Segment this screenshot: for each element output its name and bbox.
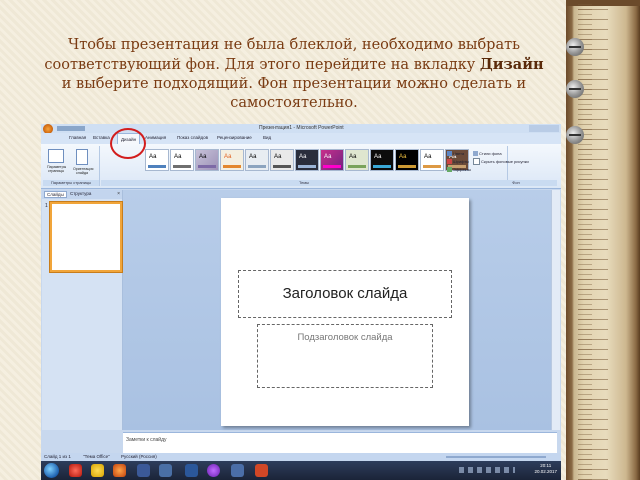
- theme-thumb[interactable]: Аа: [370, 149, 394, 171]
- theme-thumb[interactable]: Аа: [270, 149, 294, 171]
- theme-thumb[interactable]: Аа: [195, 149, 219, 171]
- instruction-part2: и выберите подходящий. Фон презентации м…: [61, 76, 527, 111]
- group-label: Фон: [475, 180, 557, 186]
- title-placeholder-text: Заголовок слайда: [282, 285, 408, 302]
- tab-slideshow[interactable]: Показ слайдов: [177, 135, 208, 140]
- start-button-icon[interactable]: [44, 463, 59, 478]
- theme-thumb[interactable]: Аа: [220, 149, 244, 171]
- theme-thumb[interactable]: Аа: [145, 149, 169, 171]
- effects-button[interactable]: Эффекты: [447, 166, 477, 174]
- viber-icon[interactable]: [207, 464, 220, 477]
- status-bar: Слайд 1 из 1 "Тема Office" Русский (Росс…: [41, 453, 561, 461]
- nail-icon: [566, 80, 584, 98]
- language-indicator[interactable]: Русский (Россия): [121, 454, 157, 459]
- theme-thumb[interactable]: Аа: [320, 149, 344, 171]
- slides-pane: Слайды Структура × 1: [42, 190, 123, 430]
- theme-thumb[interactable]: Аа: [395, 149, 419, 171]
- slide-thumbnail[interactable]: [50, 202, 122, 272]
- opera-icon[interactable]: [69, 464, 82, 477]
- themes-gallery: Аа Аа Аа Аа Аа Аа Аа Аа Аа Аа Аа Аа Аа: [145, 149, 481, 171]
- background-options: Стили фона Скрыть фоновые рисунки: [473, 150, 543, 166]
- window-controls[interactable]: [529, 125, 559, 132]
- tab-animation[interactable]: Анимация: [145, 135, 166, 140]
- page-setup-button[interactable]: Параметры страницы: [47, 149, 66, 173]
- hide-background-graphics-checkbox[interactable]: Скрыть фоновые рисунки: [473, 158, 543, 166]
- subtitle-placeholder-text: Подзаголовок слайда: [297, 332, 393, 343]
- quick-access-toolbar[interactable]: [57, 126, 85, 131]
- tab-review[interactable]: Рецензирование: [217, 135, 252, 140]
- tab-outline[interactable]: Структура: [70, 191, 91, 196]
- tab-insert[interactable]: Вставка: [93, 135, 110, 140]
- nail-icon: [566, 38, 584, 56]
- design-tab-highlight-circle: [110, 128, 146, 159]
- app-icon[interactable]: [231, 464, 244, 477]
- instruction-part1: Чтобы презентация не была блеклой, необх…: [44, 37, 521, 73]
- slide-count: Слайд 1 из 1: [44, 454, 71, 459]
- tab-slides[interactable]: Слайды: [44, 191, 67, 198]
- app-icon[interactable]: [159, 464, 172, 477]
- page-setup-group: Параметры страницы Ориентация слайда Пар…: [43, 146, 100, 186]
- taskbar: 20:11 20.02.2017: [41, 461, 561, 480]
- zoom-slider[interactable]: [446, 456, 546, 458]
- word-icon[interactable]: [185, 464, 198, 477]
- theme-thumb[interactable]: Аа: [170, 149, 194, 171]
- powerpoint-icon[interactable]: [255, 464, 268, 477]
- slide-number: 1: [45, 203, 48, 209]
- nail-icon: [566, 126, 584, 144]
- clock-date: 20.02.2017: [534, 469, 557, 474]
- window-title: Презентация1 - Microsoft PowerPoint: [259, 125, 344, 131]
- powerpoint-screenshot: Презентация1 - Microsoft PowerPoint Глав…: [41, 124, 561, 480]
- tab-view[interactable]: Вид: [263, 135, 271, 140]
- theme-thumb[interactable]: Аа: [295, 149, 319, 171]
- slide-orientation-button[interactable]: Ориентация слайда: [73, 149, 93, 175]
- notes-pane[interactable]: Заметки к слайду: [123, 432, 557, 453]
- title-placeholder[interactable]: Заголовок слайда: [238, 270, 452, 318]
- instruction-text: Чтобы презентация не была блеклой, необх…: [40, 36, 548, 113]
- slide-canvas[interactable]: Заголовок слайда Подзаголовок слайда: [221, 198, 469, 426]
- instruction-bold-design: Дизайн: [479, 56, 544, 73]
- close-icon[interactable]: ×: [117, 191, 120, 197]
- theme-thumb[interactable]: Аа: [420, 149, 444, 171]
- wooden-ruler: [566, 0, 640, 480]
- subtitle-placeholder[interactable]: Подзаголовок слайда: [257, 324, 433, 388]
- tab-home[interactable]: Главная: [69, 135, 86, 140]
- vertical-scrollbar[interactable]: [551, 190, 560, 430]
- theme-name: "Тема Office": [83, 454, 110, 459]
- group-label: Параметры страницы: [43, 180, 99, 186]
- theme-thumb[interactable]: Аа: [345, 149, 369, 171]
- theme-thumb[interactable]: Аа: [245, 149, 269, 171]
- firefox-icon[interactable]: [113, 464, 126, 477]
- system-tray[interactable]: [459, 467, 515, 473]
- group-label: Темы: [101, 180, 507, 186]
- slides-pane-tabs: Слайды Структура ×: [42, 190, 122, 199]
- clock: 20:11 20.02.2017: [534, 463, 557, 475]
- notes-placeholder: Заметки к слайду: [126, 437, 167, 443]
- folder-icon[interactable]: [91, 464, 104, 477]
- background-styles-button[interactable]: Стили фона: [473, 150, 543, 158]
- app-icon[interactable]: [137, 464, 150, 477]
